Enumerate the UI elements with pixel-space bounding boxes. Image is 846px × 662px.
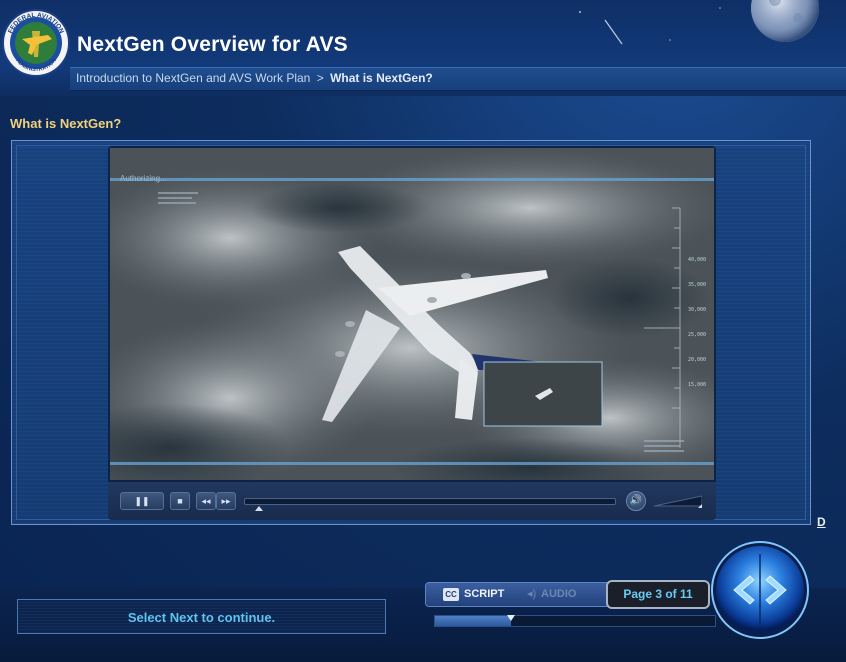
video-overlay-text: Authorizing... bbox=[120, 174, 167, 183]
stop-button[interactable]: ■ bbox=[170, 492, 190, 510]
video-progress-thumb[interactable] bbox=[254, 506, 263, 511]
breadcrumb-separator: > bbox=[316, 71, 324, 85]
audio-button[interactable]: AUDIO bbox=[541, 588, 576, 600]
altitude-label: 40,000 bbox=[688, 257, 706, 263]
course-progress-fill bbox=[435, 616, 512, 626]
app-title: NextGen Overview for AVS bbox=[77, 33, 348, 56]
volume-button[interactable]: 🔊 bbox=[626, 491, 646, 511]
altitude-label: 35,000 bbox=[688, 282, 706, 288]
video-screen[interactable]: 40,000 35,000 30,000 25,000 20,000 15,00… bbox=[110, 148, 714, 480]
script-button[interactable]: SCRIPT bbox=[464, 588, 504, 600]
stop-icon: ■ bbox=[177, 496, 183, 506]
script-audio-toggle: CC SCRIPT ◂) AUDIO bbox=[425, 582, 610, 607]
volume-slider[interactable] bbox=[654, 494, 702, 508]
speaker-icon: ◂) bbox=[527, 588, 537, 600]
video-progress-track[interactable] bbox=[244, 498, 616, 505]
course-player: FEDERAL AVIATION ADMINISTRATION NextGen … bbox=[0, 0, 846, 662]
altitude-label: 15,000 bbox=[688, 382, 706, 388]
altitude-label: 20,000 bbox=[688, 357, 706, 363]
breadcrumb: Introduction to NextGen and AVS Work Pla… bbox=[76, 71, 433, 85]
pause-icon: ❚❚ bbox=[134, 496, 150, 506]
page-heading: What is NextGen? bbox=[10, 116, 122, 131]
fast-forward-button[interactable]: ▸▸ bbox=[216, 492, 236, 510]
closed-caption-icon[interactable]: CC bbox=[443, 588, 459, 601]
page-indicator-text: Page 3 of 11 bbox=[623, 587, 693, 601]
altitude-label: 30,000 bbox=[688, 307, 706, 313]
rewind-icon: ◂◂ bbox=[201, 496, 211, 506]
speaker-icon: 🔊 bbox=[629, 495, 643, 506]
faa-seal-logo: FEDERAL AVIATION ADMINISTRATION bbox=[2, 9, 70, 77]
course-progress-marker bbox=[507, 615, 516, 621]
altitude-label: 25,000 bbox=[688, 332, 706, 338]
status-message: Select Next to continue. bbox=[127, 610, 276, 625]
rewind-button[interactable]: ◂◂ bbox=[196, 492, 216, 510]
play-pause-button[interactable]: ❚❚ bbox=[120, 492, 164, 510]
course-progress-bar bbox=[434, 615, 716, 627]
breadcrumb-parent[interactable]: Introduction to NextGen and AVS Work Pla… bbox=[76, 71, 310, 85]
description-link[interactable]: D bbox=[817, 515, 826, 529]
video-frame-airplane: 40,000 35,000 30,000 25,000 20,000 15,00… bbox=[110, 148, 714, 480]
navigation-orb bbox=[711, 541, 809, 639]
breadcrumb-bar: Introduction to NextGen and AVS Work Pla… bbox=[70, 67, 846, 91]
video-controls: ❚❚ ■ ◂◂ ▸▸ 🔊 bbox=[108, 482, 716, 520]
status-box: Select Next to continue. bbox=[17, 599, 386, 634]
video-player: 40,000 35,000 30,000 25,000 20,000 15,00… bbox=[108, 146, 716, 520]
fast-forward-icon: ▸▸ bbox=[221, 496, 231, 506]
breadcrumb-current: What is NextGen? bbox=[330, 71, 433, 85]
page-indicator: Page 3 of 11 bbox=[606, 580, 710, 609]
header: FEDERAL AVIATION ADMINISTRATION NextGen … bbox=[0, 0, 846, 96]
